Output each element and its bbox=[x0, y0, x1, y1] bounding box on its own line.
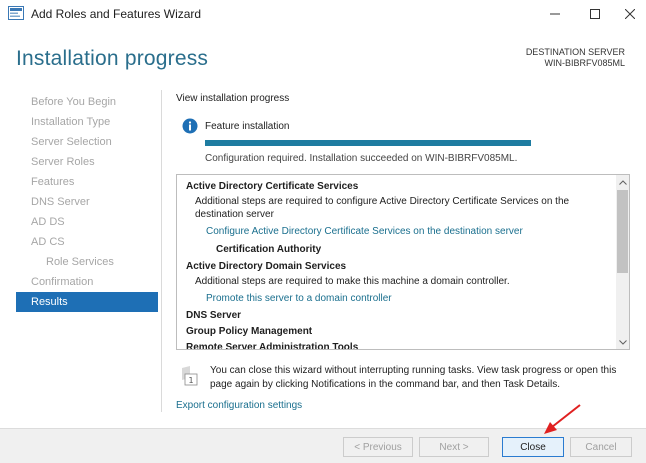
close-button[interactable]: Close bbox=[502, 437, 564, 457]
scrollbar-thumb[interactable] bbox=[617, 190, 628, 273]
page-title: Installation progress bbox=[16, 47, 209, 70]
result-item-description: Additional steps are required to make th… bbox=[195, 276, 510, 287]
chevron-down-icon bbox=[618, 339, 627, 345]
info-icon bbox=[182, 118, 198, 134]
destination-server-label: DESTINATION SERVER bbox=[525, 47, 625, 57]
sidebar-item-ad-cs: AD CS bbox=[31, 236, 65, 248]
results-list: Active Directory Certificate Services Ad… bbox=[177, 175, 615, 350]
scroll-down-button[interactable] bbox=[616, 335, 629, 349]
window-title: Add Roles and Features Wizard bbox=[31, 7, 202, 21]
sidebar-item-server-roles: Server Roles bbox=[31, 156, 95, 168]
sidebar-divider bbox=[161, 90, 162, 412]
destination-server-name: WIN-BIBRFV085ML bbox=[544, 58, 625, 68]
result-item-title: DNS Server bbox=[186, 310, 242, 321]
result-subitem: Certification Authority bbox=[216, 244, 322, 255]
close-icon bbox=[625, 8, 635, 19]
sidebar-item-installation-type: Installation Type bbox=[31, 116, 111, 128]
section-heading: View installation progress bbox=[176, 93, 290, 104]
notification-flag-icon: 1 bbox=[182, 366, 198, 386]
chevron-up-icon bbox=[618, 179, 627, 185]
close-window-button[interactable] bbox=[610, 0, 646, 27]
wizard-steps-sidebar: Before You Begin Installation Type Serve… bbox=[16, 92, 158, 312]
sidebar-item-results[interactable]: Results bbox=[16, 292, 158, 312]
cancel-button[interactable]: Cancel bbox=[570, 437, 632, 457]
maximize-icon bbox=[590, 8, 600, 19]
sidebar-item-dns-server: DNS Server bbox=[31, 196, 90, 208]
result-item-description: Additional steps are required to configu… bbox=[195, 196, 570, 220]
next-button[interactable]: Next > bbox=[419, 437, 489, 457]
result-item-title: Active Directory Certificate Services bbox=[186, 181, 359, 192]
progress-bar-fill bbox=[205, 140, 531, 146]
result-item-title: Active Directory Domain Services bbox=[186, 261, 347, 272]
installation-status-text: Configuration required. Installation suc… bbox=[205, 153, 518, 164]
annotation-arrow-icon bbox=[544, 404, 581, 434]
scroll-up-button[interactable] bbox=[616, 175, 629, 189]
result-item-title: Remote Server Administration Tools bbox=[186, 342, 359, 350]
sidebar-item-ad-ds: AD DS bbox=[31, 216, 65, 228]
sidebar-item-server-selection: Server Selection bbox=[31, 136, 112, 148]
feature-installation-title: Feature installation bbox=[205, 121, 290, 132]
sidebar-item-features: Features bbox=[31, 176, 75, 188]
svg-text:1: 1 bbox=[188, 376, 193, 385]
sidebar-item-confirmation: Confirmation bbox=[31, 276, 94, 288]
minimize-icon bbox=[550, 13, 560, 14]
configure-adcs-link[interactable]: Configure Active Directory Certificate S… bbox=[186, 223, 605, 241]
sidebar-item-before-you-begin: Before You Begin bbox=[31, 96, 117, 108]
result-item-title: Group Policy Management bbox=[186, 326, 313, 337]
results-list-box[interactable]: Active Directory Certificate Services Ad… bbox=[176, 174, 630, 350]
title-bar: Add Roles and Features Wizard bbox=[0, 0, 646, 27]
export-configuration-link[interactable]: Export configuration settings bbox=[176, 400, 302, 411]
previous-button[interactable]: < Previous bbox=[343, 437, 413, 457]
sidebar-item-role-services: Role Services bbox=[46, 256, 114, 268]
promote-domain-controller-link[interactable]: Promote this server to a domain controll… bbox=[186, 290, 605, 308]
results-scrollbar[interactable] bbox=[616, 175, 629, 349]
maximize-button[interactable] bbox=[575, 0, 615, 27]
minimize-button[interactable] bbox=[535, 0, 575, 27]
server-manager-icon bbox=[8, 6, 24, 20]
installation-progress-bar bbox=[205, 140, 531, 146]
close-wizard-note: You can close this wizard without interr… bbox=[210, 365, 617, 390]
